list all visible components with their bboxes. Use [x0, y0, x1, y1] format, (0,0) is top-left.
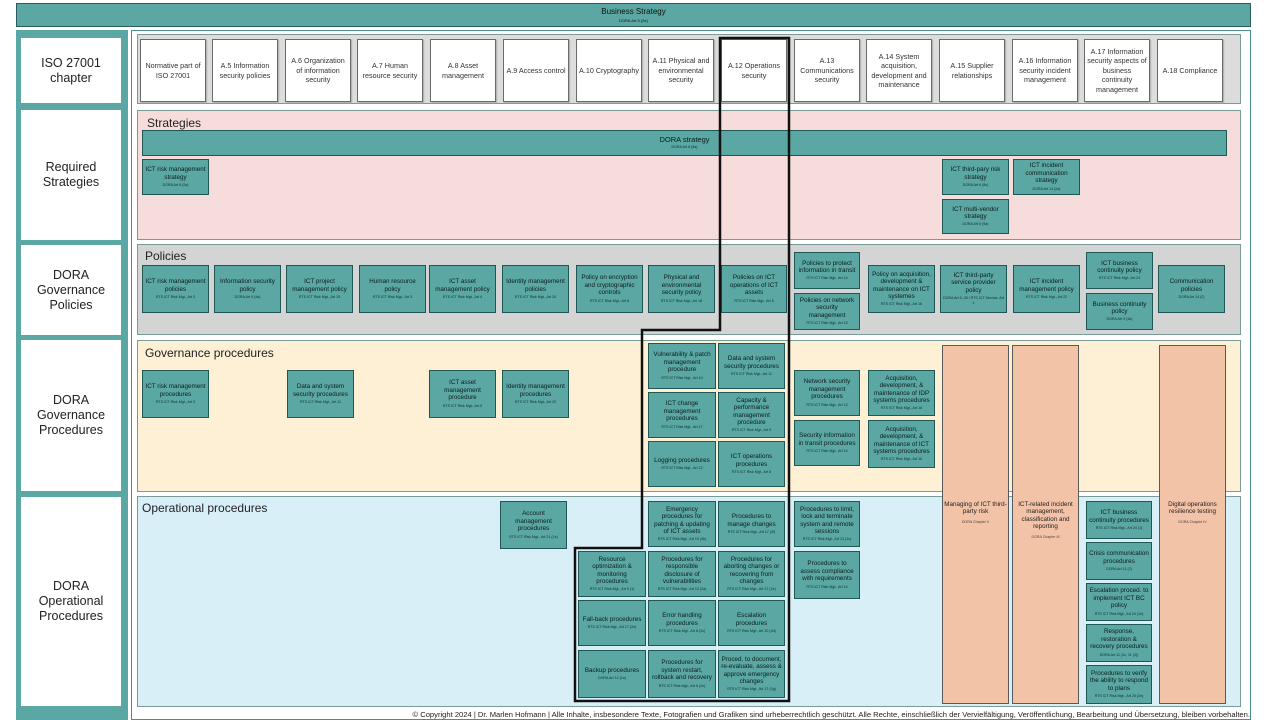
operations-security-highlight	[573, 36, 791, 703]
copyright-text: © Copyright 2024 | Dr. Marlen Hofmann | …	[412, 710, 1250, 719]
